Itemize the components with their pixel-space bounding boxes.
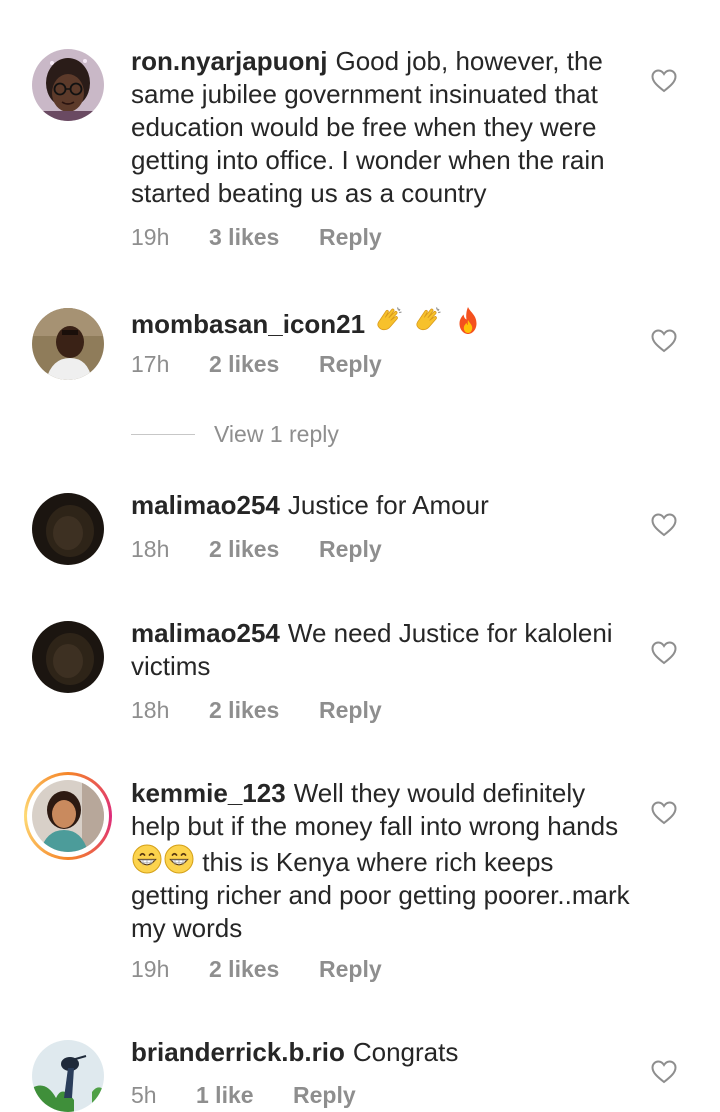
comment-meta: 18h 2 likes Reply [131,536,382,563]
fire-icon [452,305,484,337]
comment-time: 18h [131,697,170,723]
comment-meta: 18h 2 likes Reply [131,697,382,724]
view-replies-label: View 1 reply [214,421,339,447]
avatar[interactable] [32,780,104,852]
comment-likes[interactable]: 2 likes [209,697,319,724]
comment-username[interactable]: malimao254 [131,618,280,648]
comment-username[interactable]: ron.nyarjapuonj [131,46,327,76]
comment-text: malimao254 Justice for Amour [131,489,631,522]
comment-meta: 17h 2 likes Reply [131,351,382,378]
clapping-hands-icon [373,305,405,337]
divider-line [131,434,195,435]
avatar[interactable] [32,308,104,380]
comment-likes[interactable]: 1 like [196,1082,293,1109]
comment-text: mombasan_icon21 [131,305,631,341]
comment-meta: 19h 3 likes Reply [131,224,382,251]
comment-time: 18h [131,536,170,562]
like-heart-icon[interactable] [651,69,677,93]
view-replies-button[interactable]: View 1 reply [131,421,339,448]
comment-username[interactable]: malimao254 [131,490,280,520]
avatar[interactable] [32,49,104,121]
comment-likes[interactable]: 2 likes [209,351,319,378]
comment-time: 5h [131,1082,157,1108]
comment-username[interactable]: mombasan_icon21 [131,309,365,339]
reply-button[interactable]: Reply [319,351,382,378]
reply-button[interactable]: Reply [319,224,382,251]
comment-text: malimao254 We need Justice for kaloleni v… [131,617,631,683]
reply-button[interactable]: Reply [319,536,382,563]
like-heart-icon[interactable] [651,1060,677,1084]
reply-button[interactable]: Reply [319,956,382,983]
comment-likes[interactable]: 2 likes [209,536,319,563]
comment-time: 17h [131,351,170,377]
avatar[interactable] [32,493,104,565]
clapping-hands-icon [412,305,444,337]
comment-text: brianderrick.b.rio Congrats [131,1036,631,1069]
comment-username[interactable]: kemmie_123 [131,778,286,808]
avatar[interactable] [32,1040,104,1112]
grinning-face-icon [131,843,163,875]
comment-text: ron.nyarjapuonj Good job, however, the sa… [131,45,631,210]
avatar[interactable] [32,621,104,693]
comment-time: 19h [131,956,170,982]
reply-button[interactable]: Reply [293,1082,356,1109]
comment-likes[interactable]: 3 likes [209,224,319,251]
story-ring[interactable] [24,772,112,860]
comment-body: Congrats [352,1037,459,1067]
reply-button[interactable]: Reply [319,697,382,724]
comment-username[interactable]: brianderrick.b.rio [131,1037,345,1067]
grinning-face-icon [163,843,195,875]
like-heart-icon[interactable] [651,513,677,537]
comment-meta: 19h 2 likes Reply [131,956,382,983]
like-heart-icon[interactable] [651,641,677,665]
comment-meta: 5h 1 like Reply [131,1082,356,1109]
comment-body: Justice for Amour [287,490,489,520]
comment-body-continued: this is Kenya where rich keeps getting r… [131,847,630,943]
comment-time: 19h [131,224,170,250]
like-heart-icon[interactable] [651,329,677,353]
comment-text: kemmie_123 Well they would definitely hel… [131,777,631,945]
like-heart-icon[interactable] [651,801,677,825]
comment-likes[interactable]: 2 likes [209,956,319,983]
